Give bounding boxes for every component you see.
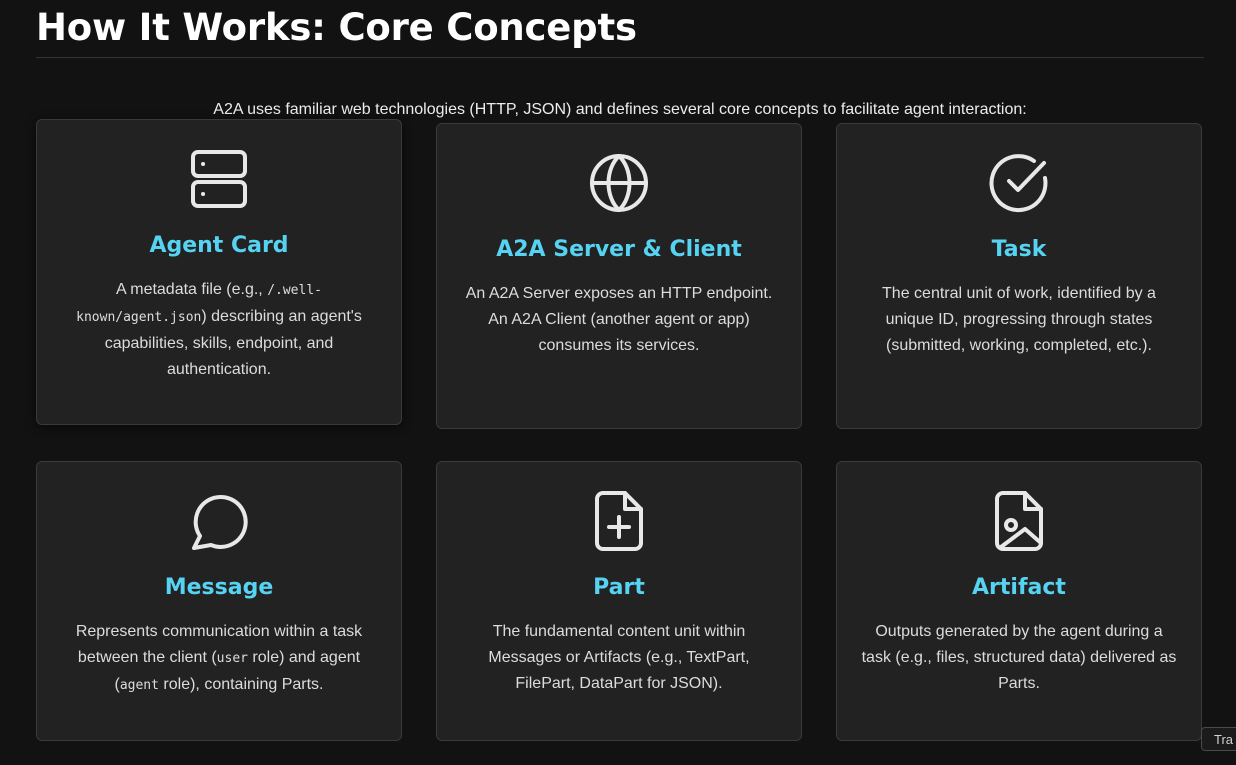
code-role: agent [119,678,159,693]
card-description: Represents communication within a task b… [75,623,363,693]
card-title: Task [991,237,1047,262]
server-icon [187,147,251,211]
card-description: A metadata file (e.g., /.well-known/agen… [76,281,362,378]
card-title: Message [164,575,274,600]
card-description: The fundamental content unit within Mess… [488,623,750,692]
intro-text: A2A uses familiar web technologies (HTTP… [213,101,1027,118]
card-title: Part [593,575,645,600]
concept-card-task[interactable]: Task The central unit of work, identifie… [836,123,1202,429]
file-plus-icon [587,489,651,553]
concept-card-agent-card[interactable]: Agent Card A metadata file (e.g., /.well… [36,119,402,425]
tooltip: Tra [1201,727,1236,751]
globe-icon [587,151,651,215]
card-title: Artifact [972,575,1066,600]
check-circle-icon [987,151,1051,215]
file-image-icon [987,489,1051,553]
title-divider [36,57,1204,58]
card-description: The central unit of work, identified by … [882,285,1156,354]
code-role: user [216,651,248,666]
card-title: A2A Server & Client [496,237,742,262]
card-description: Outputs generated by the agent during a … [861,623,1177,692]
concept-card-message[interactable]: Message Represents communication within … [36,461,402,741]
card-description: An A2A Server exposes an HTTP endpoint. … [465,285,773,354]
card-title: Agent Card [149,233,289,258]
concept-card-server-client[interactable]: A2A Server & Client An A2A Server expose… [436,123,802,429]
concept-card-artifact[interactable]: Artifact Outputs generated by the agent … [836,461,1202,741]
message-circle-icon [187,489,251,553]
page-title: How It Works: Core Concepts [36,6,637,49]
concept-card-part[interactable]: Part The fundamental content unit within… [436,461,802,741]
